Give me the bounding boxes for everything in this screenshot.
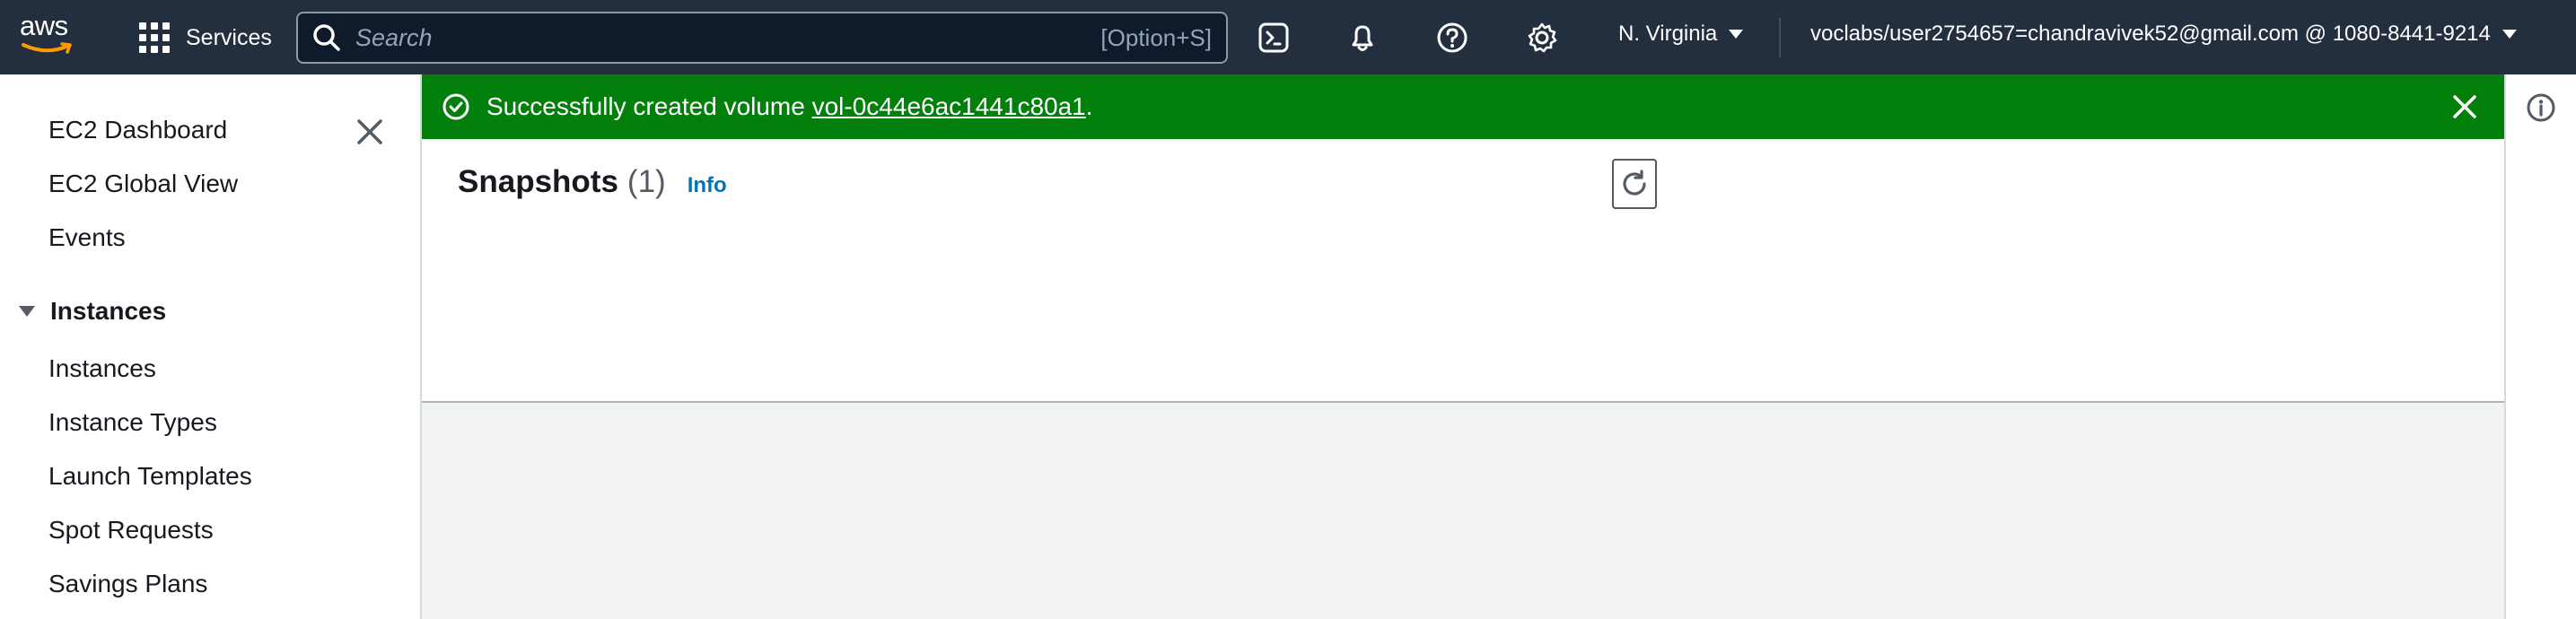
gear-icon[interactable]	[1523, 19, 1561, 57]
snapshots-panel: Snapshots (1) Info	[422, 139, 2504, 403]
help-panel-rail	[2504, 74, 2576, 619]
account-menu[interactable]: voclabs/user2754657=chandravivek52@gmail…	[1810, 22, 2518, 47]
account-label: voclabs/user2754657=chandravivek52@gmail…	[1810, 22, 2491, 46]
bell-icon[interactable]	[1344, 19, 1381, 57]
region-label: N. Virginia	[1618, 22, 1718, 46]
search-icon	[313, 24, 340, 51]
flash-message-prefix: Successfully created volume	[486, 92, 812, 120]
aws-logo[interactable]: aws	[20, 10, 83, 59]
refresh-icon	[1623, 170, 1646, 196]
services-menu-button[interactable]: Services	[139, 20, 272, 56]
sidebar-item-ec2-dashboard[interactable]: EC2 Dashboard	[48, 116, 227, 144]
sidebar-item-spot-requests[interactable]: Spot Requests	[48, 516, 214, 545]
sidebar-section-label: Instances	[50, 297, 167, 325]
aws-smile-icon	[22, 42, 72, 54]
services-label: Services	[186, 24, 272, 50]
caret-down-icon	[1729, 30, 1744, 39]
sidebar-item-events[interactable]: Events	[48, 223, 126, 252]
info-icon[interactable]	[2526, 92, 2556, 123]
top-navigation-bar: aws Services Search [Option+S] N. Virgin…	[0, 0, 2576, 74]
region-selector[interactable]: N. Virginia	[1618, 22, 1744, 47]
page-title: Snapshots (1) Info	[458, 164, 727, 200]
snapshot-count: (1)	[626, 164, 666, 199]
close-icon[interactable]	[2447, 89, 2483, 125]
sidebar-navigation: EC2 Dashboard EC2 Global View Events Ins…	[0, 74, 422, 619]
sidebar-item-launch-templates[interactable]: Launch Templates	[48, 462, 252, 491]
refresh-button-shell[interactable]	[1612, 159, 1657, 209]
caret-down-icon	[2502, 30, 2517, 39]
caret-down-icon	[19, 306, 35, 317]
sidebar-item-ec2-global-view[interactable]: EC2 Global View	[48, 170, 238, 198]
close-icon[interactable]	[352, 114, 388, 150]
sidebar-section-instances[interactable]: Instances	[18, 297, 166, 326]
aws-logo-text: aws	[20, 10, 68, 41]
flash-message: Successfully created volume vol-0c44e6ac…	[486, 92, 1093, 121]
search-placeholder: Search	[355, 23, 433, 51]
sidebar-item-savings-plans[interactable]: Savings Plans	[48, 570, 207, 598]
success-flash-banner: Successfully created volume vol-0c44e6ac…	[422, 74, 2504, 139]
help-icon[interactable]	[1433, 19, 1471, 57]
flash-message-suffix: .	[1085, 92, 1093, 120]
volume-id-link[interactable]: vol-0c44e6ac1441c80a1	[812, 92, 1086, 120]
search-shortcut-hint: [Option+S]	[1100, 23, 1212, 51]
sidebar-item-instances[interactable]: Instances	[48, 354, 156, 383]
main-content: Snapshots (1) Info	[422, 139, 2504, 619]
nav-divider	[1779, 18, 1781, 57]
panel-title-text: Snapshots	[458, 164, 618, 199]
sidebar-item-instance-types[interactable]: Instance Types	[48, 408, 217, 437]
check-circle-icon	[442, 93, 469, 120]
info-link[interactable]: Info	[688, 173, 727, 198]
grid-icon	[139, 22, 170, 53]
cloudshell-icon[interactable]	[1255, 19, 1292, 57]
global-search-input[interactable]: Search [Option+S]	[296, 12, 1228, 64]
